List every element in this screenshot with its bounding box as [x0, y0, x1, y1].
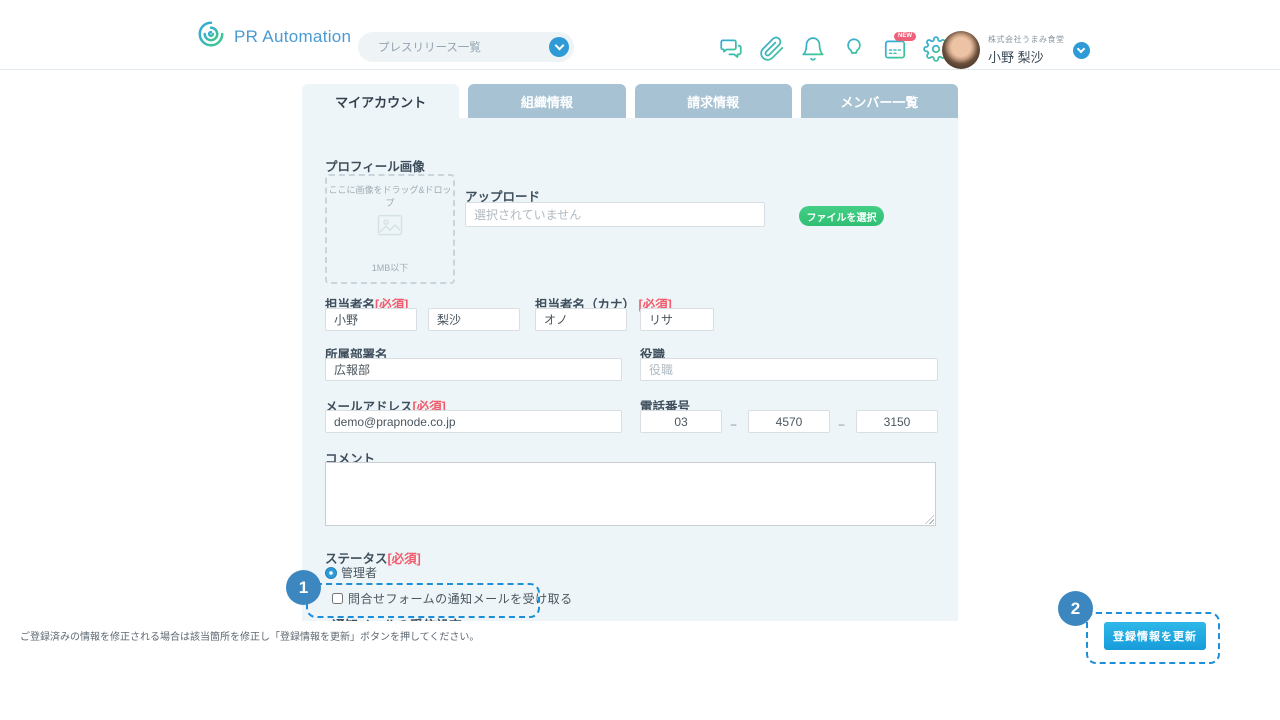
phone-separator: −: [838, 418, 845, 432]
tab-my-account[interactable]: マイアカウント: [302, 84, 459, 118]
annotation-step-2-badge: 2: [1058, 591, 1093, 626]
phone-part1-input[interactable]: [640, 410, 722, 433]
user-avatar[interactable]: [942, 31, 980, 69]
bell-icon[interactable]: [800, 36, 826, 62]
dropzone-size-limit: 1MB以下: [327, 261, 453, 274]
phone-separator: −: [730, 418, 737, 432]
dropzone-hint: ここに画像をドラッグ&ドロップ: [327, 183, 453, 209]
email-input[interactable]: [325, 410, 622, 433]
file-name-input[interactable]: [465, 202, 765, 227]
tab-members[interactable]: メンバー一覧: [801, 84, 958, 118]
footer-instruction-note: ご登録済みの情報を修正される場合は該当箇所を修正し「登録情報を更新」ボタンを押し…: [20, 628, 479, 643]
status-required-badge: [必須]: [388, 552, 421, 566]
tab-row: マイアカウント 組織情報 請求情報 メンバー一覧: [302, 84, 958, 118]
status-radio-row: 管理者: [325, 564, 377, 581]
calendar-new-badge: NEW: [894, 32, 916, 41]
first-name-input[interactable]: [428, 308, 520, 331]
comment-textarea[interactable]: [325, 462, 936, 526]
paperclip-icon[interactable]: [759, 36, 785, 62]
header-icon-row: NEW: [718, 36, 949, 62]
department-input[interactable]: [325, 358, 622, 381]
update-registration-button[interactable]: 登録情報を更新: [1104, 622, 1206, 650]
admin-radio-label[interactable]: 管理者: [341, 564, 377, 581]
profile-image-label: プロフィール画像: [325, 156, 425, 175]
app-root: PR Automation プレスリリース一覧: [0, 0, 1280, 720]
user-company-name: 株式会社うまみ食堂: [988, 34, 1065, 45]
page-nav-dropdown[interactable]: プレスリリース一覧: [358, 32, 574, 62]
page-nav-dropdown-label: プレスリリース一覧: [358, 39, 549, 55]
lightbulb-icon[interactable]: [841, 36, 867, 62]
last-name-kana-input[interactable]: [535, 308, 627, 331]
position-input[interactable]: [640, 358, 938, 381]
tab-organization[interactable]: 組織情報: [468, 84, 625, 118]
last-name-input[interactable]: [325, 308, 417, 331]
user-chevron-down-icon[interactable]: [1073, 42, 1090, 59]
logo-swirl-icon: [196, 19, 226, 54]
choose-file-button[interactable]: ファイルを選択: [799, 206, 884, 226]
annotation-step-1-badge: 1: [286, 570, 321, 605]
user-name: 小野 梨沙: [988, 47, 1044, 66]
pr-automation-logo[interactable]: PR Automation: [196, 19, 351, 54]
image-placeholder-icon: [377, 214, 403, 241]
annotation-step-1-box: [306, 583, 540, 618]
user-menu[interactable]: 株式会社うまみ食堂 小野 梨沙: [942, 31, 1090, 69]
phone-part2-input[interactable]: [748, 410, 830, 433]
image-dropzone[interactable]: ここに画像をドラッグ&ドロップ 1MB以下: [325, 174, 455, 284]
first-name-kana-input[interactable]: [640, 308, 714, 331]
phone-part3-input[interactable]: [856, 410, 938, 433]
chevron-down-icon[interactable]: [549, 37, 569, 57]
top-header: PR Automation プレスリリース一覧: [0, 0, 1280, 70]
admin-radio[interactable]: [325, 567, 337, 579]
chat-icon[interactable]: [718, 36, 744, 62]
my-account-form: プロフィール画像 ここに画像をドラッグ&ドロップ 1MB以下 アップロード ファ…: [302, 118, 958, 621]
logo-text: PR Automation: [234, 27, 351, 47]
tab-billing[interactable]: 請求情報: [635, 84, 792, 118]
account-settings-panel: マイアカウント 組織情報 請求情報 メンバー一覧 プロフィール画像 ここに画像を…: [302, 84, 958, 621]
calendar-icon[interactable]: NEW: [882, 36, 908, 62]
